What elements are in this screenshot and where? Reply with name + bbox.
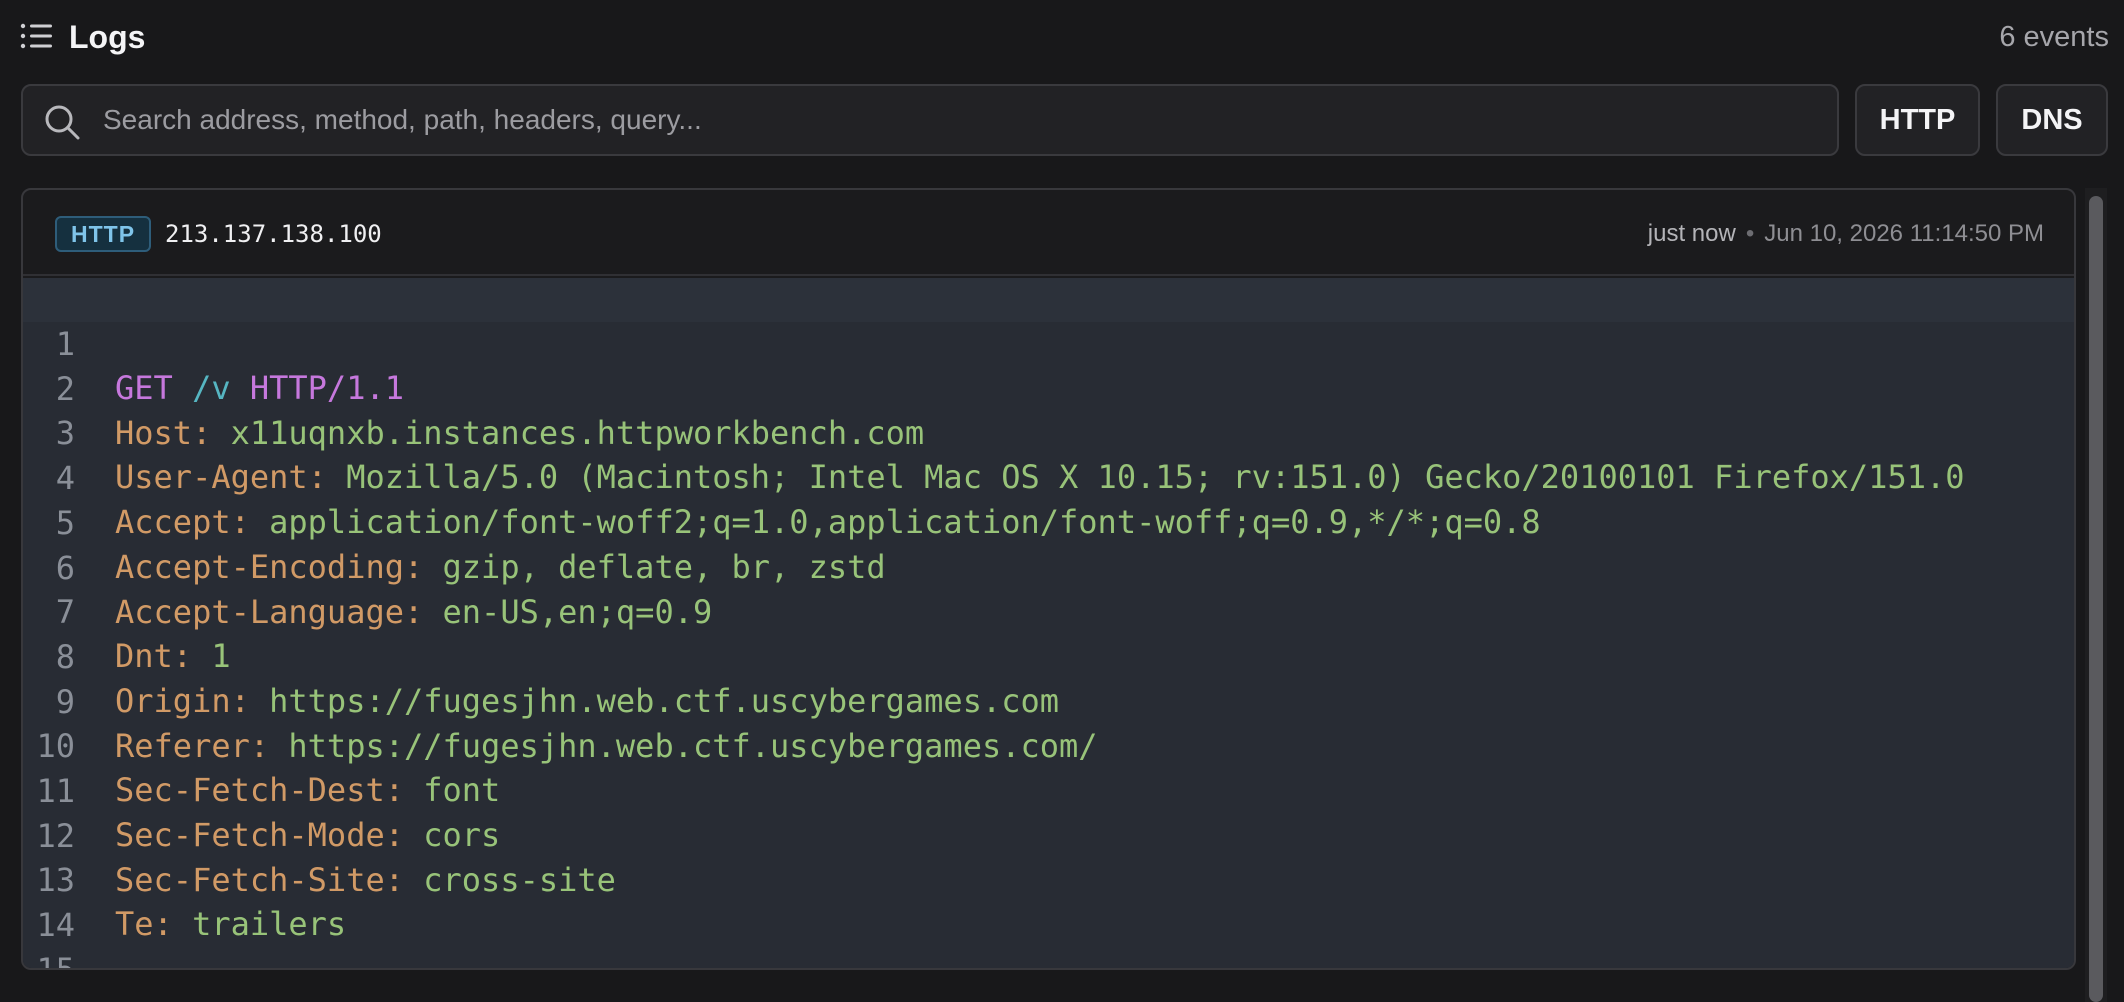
code-line: 6 Accept-Language: en-US,en;q=0.9 [23, 502, 2074, 631]
code-line: 15 [23, 904, 2074, 968]
code-line: 3 User-Agent: Mozilla/5.0 (Macintosh; In… [23, 367, 2074, 496]
search-bar[interactable] [21, 84, 1839, 156]
code-line: 12 Sec-Fetch-Site: cross-site [23, 770, 2074, 899]
scrollbar-thumb[interactable] [2089, 196, 2103, 1002]
line-number: 15 [36, 950, 75, 970]
code-line: 1 GET /v HTTP/1.1 [23, 278, 2074, 407]
code-line: 7 Dnt: 1 [23, 546, 2074, 675]
search-icon [45, 105, 80, 140]
page-title: Logs [69, 19, 146, 55]
page-header: Logs 6 events [0, 0, 2124, 74]
time-separator: • [1745, 220, 1755, 247]
search-input[interactable] [103, 86, 1803, 154]
protocol-badge: HTTP [55, 216, 152, 252]
absolute-timestamp: Jun 10, 2026 11:14:50 PM [1764, 220, 2044, 247]
event-card-header[interactable]: HTTP 213.137.138.100 just now • Jun 10, 20… [23, 190, 2074, 276]
event-count: 6 events [1999, 21, 2109, 53]
list-icon [20, 23, 52, 49]
source-address: 213.137.138.100 [165, 220, 382, 248]
code-line: 9 Referer: https://fugesjhn.web.ctf.uscy… [23, 636, 2074, 765]
code-line: 11 Sec-Fetch-Mode: cors [23, 725, 2074, 854]
code-line: 14 [23, 859, 2074, 944]
code-line: 4 Accept: application/font-woff2;q=1.0,a… [23, 412, 2074, 541]
event-time: just now • Jun 10, 2026 11:14:50 PM [1648, 216, 2044, 252]
dns-filter-button[interactable]: DNS [1996, 84, 2108, 156]
code-line: 8 Origin: https://fugesjhn.web.ctf.uscyb… [23, 591, 2074, 720]
code-line: 2 Host: x11uqnxb.instances.httpworkbench… [23, 323, 2074, 452]
http-filter-button[interactable]: HTTP [1855, 84, 1980, 156]
code-line: 5 Accept-Encoding: gzip, deflate, br, zs… [23, 457, 2074, 586]
scrollbar[interactable] [2085, 188, 2107, 1002]
code-line: 13 Te: trailers [23, 814, 2074, 943]
code-line: 10 Sec-Fetch-Dest: font [23, 680, 2074, 809]
event-card: HTTP 213.137.138.100 just now • Jun 10, 20… [21, 188, 2076, 970]
request-code-view[interactable]: 1 GET /v HTTP/1.1 2 Host: x11uqnxb.insta… [23, 278, 2074, 968]
relative-time: just now [1647, 220, 1736, 247]
